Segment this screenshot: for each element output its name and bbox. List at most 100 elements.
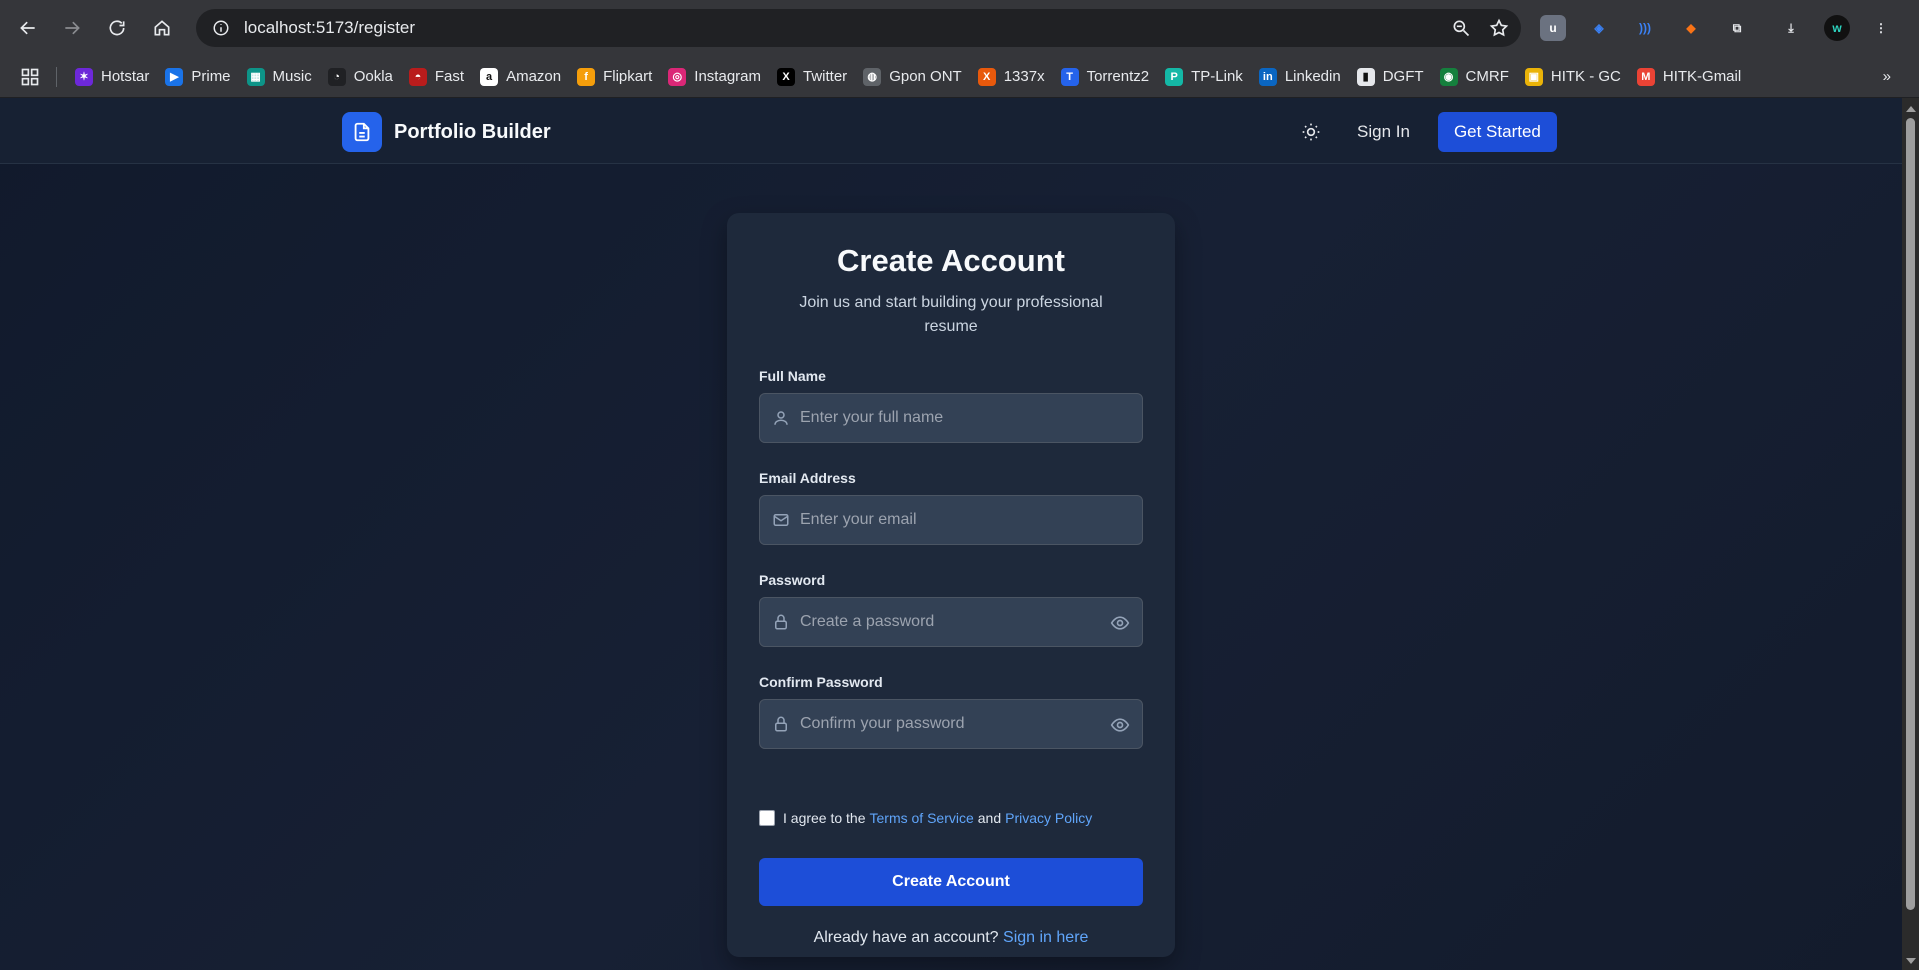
arrow-right-icon <box>65 21 80 35</box>
form-subtitle: Join us and start building your professi… <box>799 294 1103 335</box>
bookmark-item[interactable]: ▶ Prime <box>157 62 238 92</box>
eye-icon[interactable] <box>1110 715 1130 735</box>
bookmark-favicon-icon: ◎ <box>668 67 687 86</box>
bookmark-label: HITK - GC <box>1550 68 1621 85</box>
password-wrapper <box>759 597 1143 647</box>
bookmark-item[interactable]: X Twitter <box>769 62 855 92</box>
get-started-button[interactable]: Get Started <box>1437 112 1557 152</box>
mail-icon <box>773 514 789 526</box>
site-info-icon[interactable] <box>202 9 240 47</box>
terms-prefix: I agree to the <box>783 810 866 826</box>
password-input[interactable] <box>760 598 1142 646</box>
fox-extension-icon[interactable]: ◆ <box>1678 15 1704 41</box>
bookmark-favicon-icon: ✶ <box>75 67 93 86</box>
terms-of-service-link[interactable]: Terms of Service <box>870 810 974 826</box>
bookmark-favicon-icon: in <box>1258 67 1277 86</box>
form-title: Create Account <box>837 243 1065 278</box>
bookmark-favicon-icon: ◉ <box>1439 67 1458 86</box>
home-button[interactable] <box>140 6 184 50</box>
bookmark-favicon-icon: ▶ <box>165 67 184 86</box>
confirm-password-label: Confirm Password <box>759 674 883 690</box>
bookmark-item[interactable]: M HITK-Gmail <box>1629 62 1749 92</box>
bookmark-item[interactable]: ◓ Fast <box>401 62 472 92</box>
bookmark-item[interactable]: P TP-Link <box>1157 62 1251 92</box>
app-header: Portfolio Builder Sign In Get Started <box>0 98 1902 164</box>
already-account-row: Already have an account? Sign in here <box>727 929 1175 947</box>
bookmark-favicon-icon: ◓ <box>408 67 427 86</box>
home-icon <box>154 20 170 36</box>
bookmark-item[interactable]: ◉ CMRF <box>1432 62 1517 92</box>
lock-icon <box>775 614 787 630</box>
create-account-button[interactable]: Create Account <box>759 858 1143 906</box>
terms-and: and <box>977 810 1002 826</box>
bookmark-item[interactable]: ◎ Instagram <box>660 62 769 92</box>
full-name-input[interactable] <box>760 394 1142 442</box>
confirm-password-wrapper <box>759 699 1143 749</box>
profile-avatar[interactable]: w <box>1824 15 1850 41</box>
terms-checkbox[interactable] <box>759 810 775 826</box>
bookmark-item[interactable]: ◔ Ookla <box>320 62 401 92</box>
bookmark-label: CMRF <box>1465 68 1509 85</box>
zoom-icon[interactable] <box>1451 18 1471 38</box>
email-label: Email Address <box>759 470 856 486</box>
privacy-policy-link[interactable]: Privacy Policy <box>1005 810 1092 826</box>
bookmark-item[interactable]: ▣ HITK - GC <box>1517 62 1629 92</box>
bookmark-item[interactable]: ◍ Gpon ONT <box>855 62 970 92</box>
arrow-left-icon <box>20 21 35 35</box>
reload-button[interactable] <box>95 6 139 50</box>
kebab-menu-icon[interactable]: ⋮ <box>1868 15 1894 41</box>
bookmark-label: HITK-Gmail <box>1662 68 1742 85</box>
puzzle-extensions-icon[interactable]: ⧉ <box>1724 15 1750 41</box>
bookmark-label: Twitter <box>803 68 848 85</box>
back-button[interactable] <box>6 6 50 50</box>
bookmark-item[interactable]: in Linkedin <box>1251 62 1349 92</box>
address-bar[interactable]: localhost:5173/register <box>196 9 1521 47</box>
bookmark-label: Ookla <box>353 68 393 85</box>
already-account-text: Already have an account? <box>813 929 999 946</box>
header-actions: Sign In Get Started <box>1295 112 1557 152</box>
bookmark-label: Fast <box>434 68 465 85</box>
apps-grid-icon[interactable] <box>14 62 46 92</box>
bookmark-item[interactable]: a Amazon <box>472 62 569 92</box>
scroll-down-arrow[interactable] <box>1906 958 1916 964</box>
url-text: localhost:5173/register <box>244 18 416 37</box>
more-bookmarks-icon[interactable]: » <box>1875 62 1899 92</box>
bookmark-item[interactable]: ▦ Music <box>239 62 320 92</box>
ublock-icon[interactable]: u <box>1540 15 1566 41</box>
bookmark-label: DGFT <box>1382 68 1424 85</box>
bookmark-label: Gpon ONT <box>889 68 962 85</box>
bookmark-label: Amazon <box>506 68 562 85</box>
email-input[interactable] <box>760 496 1142 544</box>
bookmark-favicon-icon: ▣ <box>1524 67 1543 86</box>
full-name-wrapper <box>759 393 1143 443</box>
download-icon[interactable]: ⤓ <box>1778 15 1804 41</box>
password-group: Password <box>759 572 1143 647</box>
eye-icon[interactable] <box>1110 613 1130 633</box>
lock-icon <box>775 716 787 732</box>
bookmark-item[interactable]: ▮ DGFT <box>1349 62 1432 92</box>
brand[interactable]: Portfolio Builder <box>342 112 551 152</box>
shield-extension-icon[interactable]: ◈ <box>1586 15 1612 41</box>
bookmark-label: Torrentz2 <box>1086 68 1150 85</box>
bookmark-star-icon[interactable] <box>1489 18 1509 38</box>
scroll-thumb[interactable] <box>1906 118 1915 910</box>
bookmark-label: TP-Link <box>1191 68 1243 85</box>
confirm-password-input[interactable] <box>760 700 1142 748</box>
sign-in-here-link[interactable]: Sign in here <box>1003 929 1088 946</box>
bookmark-item[interactable]: ✶ Hotstar <box>67 62 157 92</box>
scroll-up-arrow[interactable] <box>1906 106 1916 112</box>
bookmark-item[interactable]: X 1337x <box>970 62 1053 92</box>
bookmark-item[interactable]: T Torrentz2 <box>1053 62 1158 92</box>
bookmark-label: Flipkart <box>603 68 653 85</box>
page-scrollbar[interactable] <box>1902 98 1919 970</box>
bookmark-favicon-icon: ▦ <box>246 67 265 86</box>
bookmark-label: Music <box>272 68 312 85</box>
sun-icon[interactable] <box>1295 116 1327 148</box>
email-group: Email Address <box>759 470 1143 545</box>
bookmark-item[interactable]: f Flipkart <box>569 62 660 92</box>
forward-button[interactable] <box>50 6 94 50</box>
bookmark-favicon-icon: a <box>480 67 499 86</box>
wave-extension-icon[interactable]: ))) <box>1632 15 1658 41</box>
bookmark-label: Prime <box>191 68 231 85</box>
sign-in-link[interactable]: Sign In <box>1357 122 1410 142</box>
